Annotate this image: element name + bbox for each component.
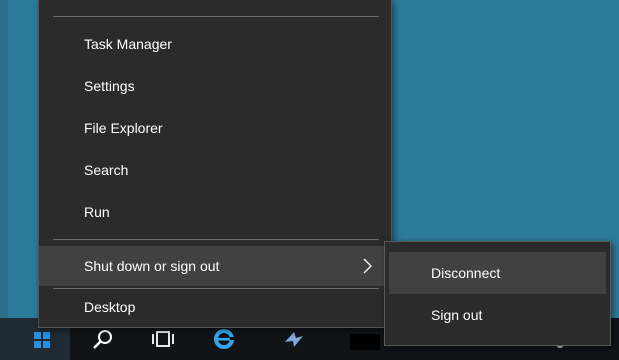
menu-item-shut-down-or-sign-out[interactable]: Shut down or sign out [39,246,391,286]
menu-item-search[interactable]: Search [39,150,391,190]
menu-separator [53,239,379,240]
menu-item-label: Shut down or sign out [84,258,220,274]
submenu-item-label: Disconnect [431,265,501,281]
submenu-item-disconnect[interactable]: Disconnect [389,252,606,294]
menu-separator [53,16,379,17]
power-user-menu: Task Manager Settings File Explorer Sear… [38,0,392,328]
search-icon[interactable] [92,328,114,350]
menu-item-run[interactable]: Run [39,192,391,232]
windows-start-icon [34,332,50,348]
menu-item-label: Task Manager [84,36,172,52]
app-window-icon[interactable] [350,328,380,350]
task-view-icon[interactable] [152,328,174,350]
menu-item-settings[interactable]: Settings [39,66,391,106]
menu-item-file-explorer[interactable]: File Explorer [39,108,391,148]
desktop-edge [0,0,8,360]
desktop-background[interactable]: Task Manager Settings File Explorer Sear… [0,0,619,360]
shut-down-submenu: Disconnect Sign out [384,241,611,346]
submenu-item-sign-out[interactable]: Sign out [389,294,606,336]
app-icon[interactable] [282,328,306,350]
menu-item-label: File Explorer [84,120,163,136]
menu-item-label: Search [84,162,129,178]
submenu-item-label: Sign out [431,307,483,323]
chevron-right-icon [363,258,372,274]
menu-item-task-manager[interactable]: Task Manager [39,24,391,64]
menu-item-label: Desktop [84,299,136,315]
menu-item-desktop[interactable]: Desktop [39,287,391,327]
menu-item-label: Run [84,204,110,220]
menu-item-label: Settings [84,78,135,94]
internet-explorer-icon[interactable] [212,328,236,350]
